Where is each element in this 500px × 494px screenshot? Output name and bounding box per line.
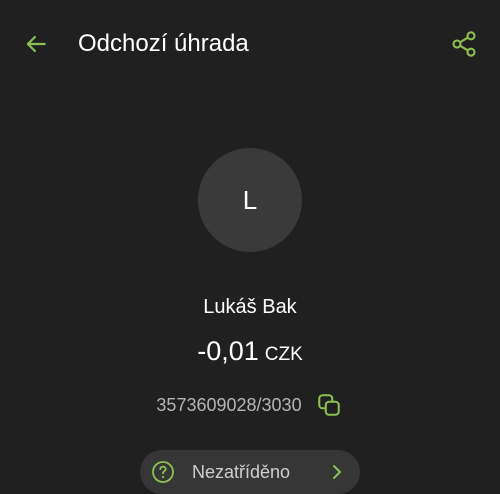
top-app-bar: Odchozí úhrada xyxy=(0,0,500,88)
account-row: 3573609028/3030 xyxy=(0,390,500,420)
transaction-amount: -0,01 CZK xyxy=(0,333,500,374)
account-number: 3573609028/3030 xyxy=(156,395,302,415)
question-circle-icon xyxy=(150,459,176,485)
page-title: Odchozí úhrada xyxy=(78,30,249,57)
chevron-right-icon xyxy=(326,460,348,484)
arrow-left-icon xyxy=(26,35,46,53)
counterparty-name: Lukáš Bak xyxy=(203,296,297,318)
category-chip[interactable]: Nezatříděno xyxy=(140,450,360,494)
avatar: L xyxy=(198,148,302,252)
share-icon xyxy=(452,31,476,57)
amount-value: -0,01 xyxy=(197,336,259,366)
category-label: Nezatříděno xyxy=(192,462,291,482)
share-button[interactable] xyxy=(446,26,482,62)
avatar-initial: L xyxy=(242,184,258,215)
copy-button[interactable] xyxy=(314,390,344,420)
back-button[interactable] xyxy=(20,28,52,60)
amount-currency: CZK xyxy=(264,344,303,365)
copy-icon xyxy=(317,394,340,416)
